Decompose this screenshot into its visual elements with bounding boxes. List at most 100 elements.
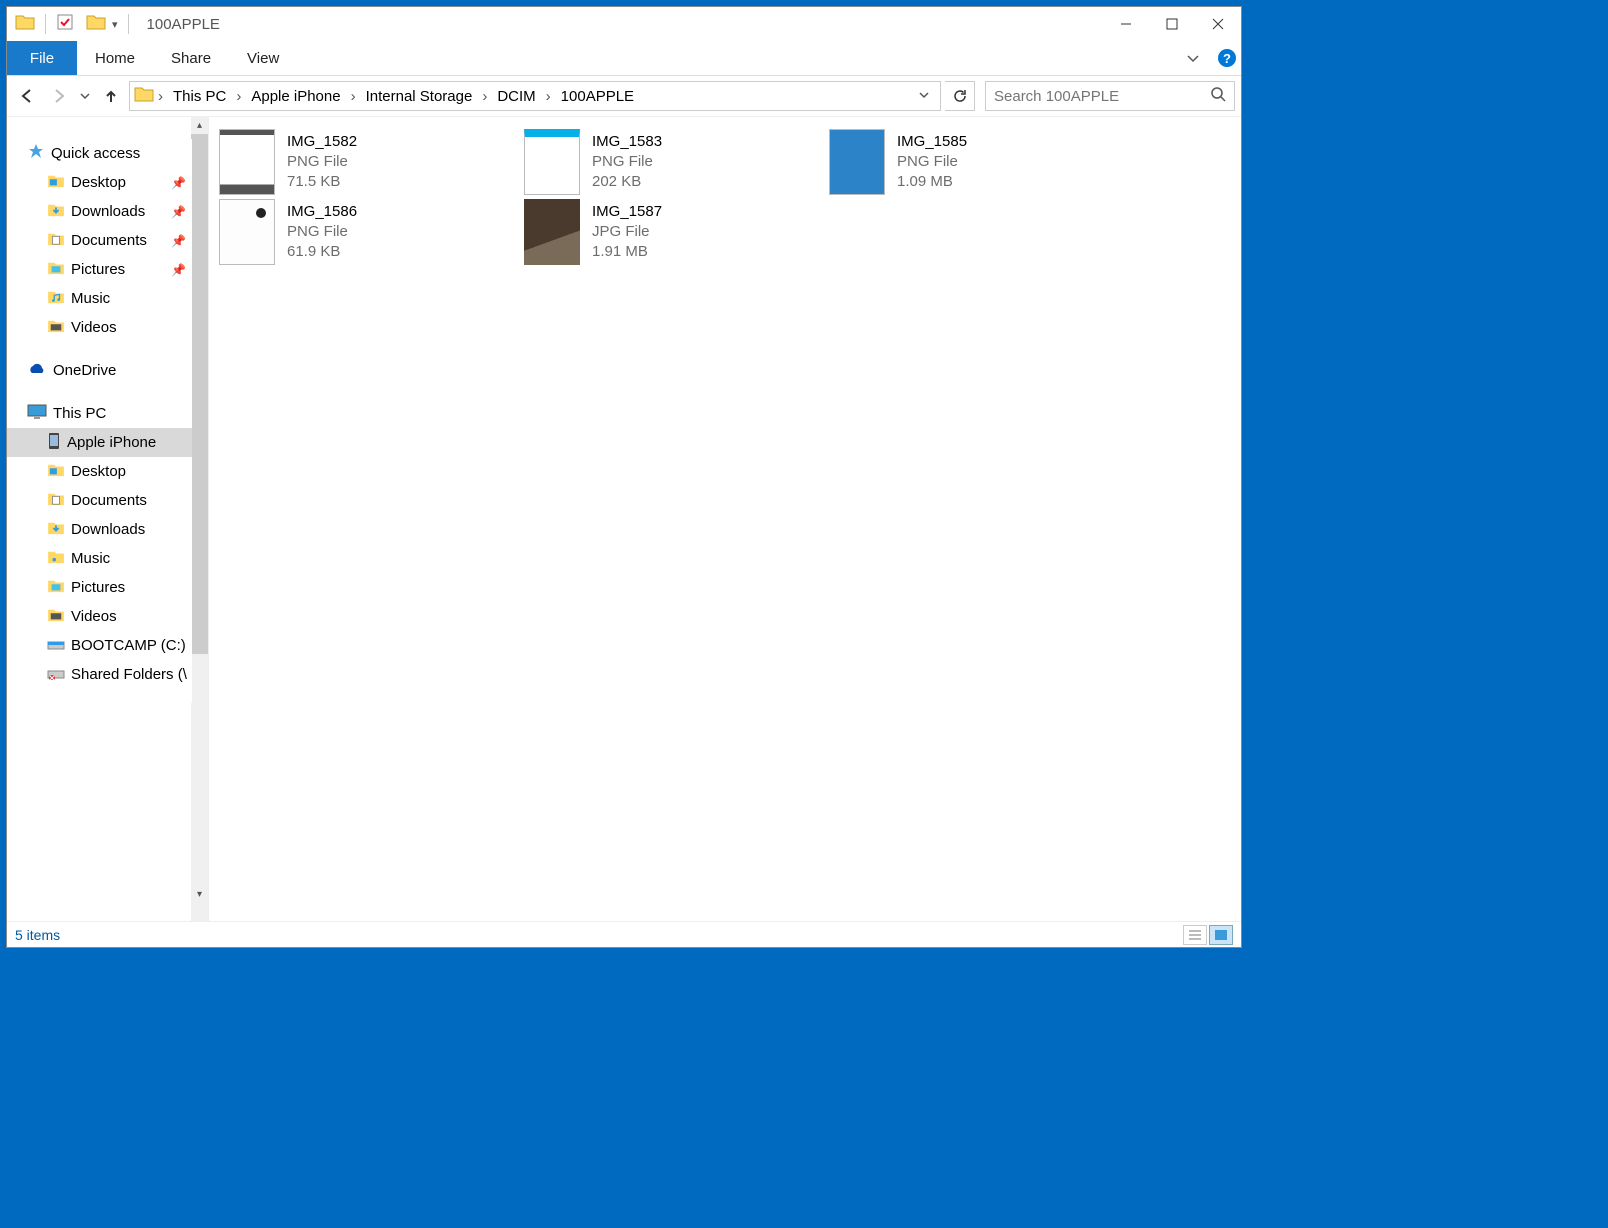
statusbar: 5 items xyxy=(7,921,1241,947)
folder-icon xyxy=(47,492,65,510)
chevron-right-icon[interactable]: › xyxy=(544,88,553,105)
drive-icon xyxy=(47,637,65,655)
folder-icon[interactable] xyxy=(86,14,106,35)
breadcrumb-dcim[interactable]: DCIM xyxy=(491,82,541,110)
folder-icon xyxy=(47,521,65,539)
properties-icon[interactable] xyxy=(56,13,74,36)
close-button[interactable] xyxy=(1195,7,1241,41)
file-name: IMG_1586 xyxy=(287,202,357,222)
item-count: 5 items xyxy=(15,927,60,943)
file-size: 71.5 KB xyxy=(287,172,357,192)
help-button[interactable]: ? xyxy=(1213,41,1241,75)
chevron-right-icon[interactable]: › xyxy=(480,88,489,105)
recent-locations-icon[interactable] xyxy=(77,82,93,110)
nav-pc-videos[interactable]: Videos xyxy=(7,602,192,631)
nav-label: Videos xyxy=(71,319,117,336)
chevron-right-icon[interactable]: › xyxy=(349,88,358,105)
nav-pc-pictures[interactable]: Pictures xyxy=(7,573,192,602)
search-input[interactable] xyxy=(994,88,1210,105)
file-size: 61.9 KB xyxy=(287,242,357,262)
file-name: IMG_1583 xyxy=(592,132,662,152)
nav-shared-folders[interactable]: Shared Folders (\ xyxy=(7,660,192,689)
nav-scrollbar[interactable] xyxy=(191,117,208,921)
nav-music[interactable]: Music xyxy=(7,284,192,313)
nav-bootcamp-drive[interactable]: BOOTCAMP (C:) xyxy=(7,631,192,660)
refresh-button[interactable] xyxy=(945,81,975,111)
qat-dropdown-icon[interactable]: ▾ xyxy=(112,18,118,31)
monitor-icon xyxy=(27,404,47,424)
collapse-ribbon-icon[interactable] xyxy=(1173,41,1213,75)
up-button[interactable] xyxy=(97,82,125,110)
file-item[interactable]: IMG_1587 JPG File 1.91 MB xyxy=(522,197,827,267)
file-size: 1.09 MB xyxy=(897,172,967,192)
pin-icon: 📌 xyxy=(171,234,186,248)
folder-icon xyxy=(134,86,154,106)
search-icon[interactable] xyxy=(1210,86,1226,106)
navigation-pane: ▴ ▾ Quick access Desktop📌 Downloads📌 Doc… xyxy=(7,117,209,921)
details-view-button[interactable] xyxy=(1183,925,1207,945)
nav-onedrive[interactable]: OneDrive xyxy=(7,356,192,385)
file-item[interactable]: IMG_1583 PNG File 202 KB xyxy=(522,127,827,197)
folder-icon xyxy=(47,579,65,597)
nav-pc-music[interactable]: Music xyxy=(7,544,192,573)
file-type: PNG File xyxy=(287,222,357,242)
pin-icon: 📌 xyxy=(171,205,186,219)
phone-icon xyxy=(47,432,61,454)
file-tab[interactable]: File xyxy=(7,41,77,75)
nav-label: Music xyxy=(71,290,110,307)
tab-home[interactable]: Home xyxy=(77,41,153,75)
address-bar[interactable]: › This PC › Apple iPhone › Internal Stor… xyxy=(129,81,941,111)
nav-label: Quick access xyxy=(51,145,140,162)
file-item[interactable]: IMG_1585 PNG File 1.09 MB xyxy=(827,127,1132,197)
thumbnail-icon xyxy=(219,129,275,195)
maximize-button[interactable] xyxy=(1149,7,1195,41)
folder-icon xyxy=(47,203,65,221)
scroll-down-icon[interactable]: ▾ xyxy=(191,886,208,903)
address-dropdown-icon[interactable] xyxy=(912,88,936,105)
nav-apple-iphone[interactable]: Apple iPhone xyxy=(7,428,192,457)
breadcrumb-device[interactable]: Apple iPhone xyxy=(245,82,346,110)
pin-icon: 📌 xyxy=(171,176,186,190)
forward-button[interactable] xyxy=(45,82,73,110)
nav-videos[interactable]: Videos xyxy=(7,313,192,342)
nav-pc-downloads[interactable]: Downloads xyxy=(7,515,192,544)
file-type: JPG File xyxy=(592,222,662,242)
breadcrumb-storage[interactable]: Internal Storage xyxy=(360,82,479,110)
nav-documents[interactable]: Documents 📌 xyxy=(7,226,192,255)
minimize-button[interactable] xyxy=(1103,7,1149,41)
folder-icon xyxy=(47,550,65,568)
file-item[interactable]: IMG_1582 PNG File 71.5 KB xyxy=(217,127,522,197)
nav-desktop[interactable]: Desktop📌 xyxy=(7,168,192,197)
nav-downloads[interactable]: Downloads📌 xyxy=(7,197,192,226)
nav-label: Desktop xyxy=(71,463,126,480)
star-icon xyxy=(27,143,45,165)
file-explorer-window: ▾ 100APPLE File Home Share View ? › This… xyxy=(6,6,1242,948)
tab-share[interactable]: Share xyxy=(153,41,229,75)
tab-view[interactable]: View xyxy=(229,41,297,75)
file-item[interactable]: IMG_1586 PNG File 61.9 KB xyxy=(217,197,522,267)
nav-pc-desktop[interactable]: Desktop xyxy=(7,457,192,486)
nav-pc-documents[interactable]: Documents xyxy=(7,486,192,515)
folder-icon xyxy=(47,608,65,626)
pin-icon: 📌 xyxy=(171,263,186,277)
nav-this-pc[interactable]: This PC xyxy=(7,399,192,428)
nav-pictures[interactable]: Pictures📌 xyxy=(7,255,192,284)
folder-icon xyxy=(47,232,65,250)
scroll-up-icon[interactable]: ▴ xyxy=(191,117,208,134)
file-name: IMG_1582 xyxy=(287,132,357,152)
nav-label: This PC xyxy=(53,405,106,422)
search-box[interactable] xyxy=(985,81,1235,111)
back-button[interactable] xyxy=(13,82,41,110)
chevron-right-icon[interactable]: › xyxy=(156,88,165,105)
icons-view-button[interactable] xyxy=(1209,925,1233,945)
nav-label: Videos xyxy=(71,608,117,625)
file-size: 1.91 MB xyxy=(592,242,662,262)
breadcrumb-current[interactable]: 100APPLE xyxy=(555,82,640,110)
nav-label: OneDrive xyxy=(53,362,116,379)
nav-quick-access[interactable]: Quick access xyxy=(7,139,192,168)
chevron-right-icon[interactable]: › xyxy=(234,88,243,105)
breadcrumb-this-pc[interactable]: This PC xyxy=(167,82,232,110)
ribbon: File Home Share View ? xyxy=(7,41,1241,76)
navigation-bar: › This PC › Apple iPhone › Internal Stor… xyxy=(7,76,1241,116)
nav-label: Documents xyxy=(71,232,147,249)
